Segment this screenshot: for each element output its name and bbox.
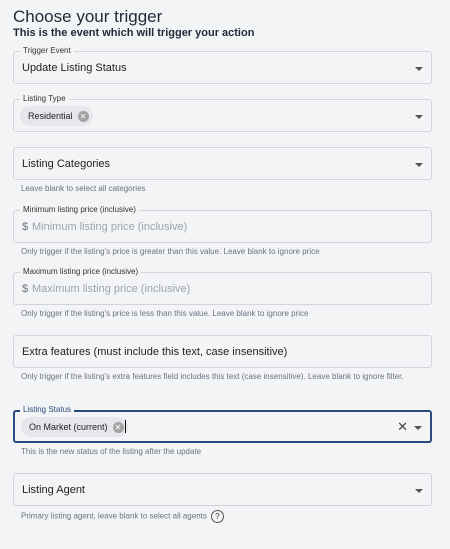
listing-categories-select[interactable]: Listing Categories — [13, 147, 432, 180]
listing-agent-select[interactable]: Listing Agent — [13, 473, 432, 506]
page-title: Choose your trigger — [13, 7, 163, 26]
listing-status-chip: On Market (current) ✕ — [21, 417, 128, 437]
caret-down-icon[interactable] — [415, 163, 423, 167]
max-price-label: Maximum listing price (inclusive) — [20, 266, 142, 278]
caret-down-icon[interactable] — [415, 115, 423, 119]
min-price-label: Minimum listing price (inclusive) — [20, 204, 139, 216]
x-circle-icon[interactable]: ✕ — [112, 421, 124, 433]
min-price-placeholder: Minimum listing price (inclusive) — [32, 221, 188, 233]
text-cursor — [125, 420, 126, 433]
currency-symbol: $ — [22, 283, 29, 295]
x-circle-icon[interactable]: ✕ — [77, 110, 89, 122]
extra-features-value: Extra features (must include this text, … — [22, 346, 288, 358]
listing-status-label: Listing Status — [20, 404, 75, 416]
listing-agent-help: Primary listing agent, leave blank to se… — [21, 511, 207, 521]
listing-type-select[interactable]: Listing Type Residential ✕ — [13, 93, 432, 132]
close-icon[interactable]: ✕ — [397, 420, 408, 433]
caret-down-icon[interactable] — [415, 489, 423, 493]
max-price-help: Only trigger if the listing's price is l… — [21, 309, 309, 318]
listing-categories-value: Listing Categories — [22, 158, 111, 170]
page-subtitle: This is the event which will trigger you… — [13, 27, 255, 39]
listing-agent-value: Listing Agent — [22, 484, 85, 496]
min-price-input[interactable]: Minimum listing price (inclusive) $ Mini… — [13, 204, 432, 243]
max-price-placeholder: Maximum listing price (inclusive) — [32, 283, 191, 295]
extra-features-help: Only trigger if the listing's extra feat… — [21, 372, 404, 381]
trigger-event-value: Update Listing Status — [22, 62, 127, 74]
listing-status-select[interactable]: Listing Status On Market (current) ✕ ✕ — [13, 404, 432, 443]
trigger-event-select[interactable]: Trigger Event Update Listing Status — [13, 45, 432, 84]
min-price-help: Only trigger if the listing's price is g… — [21, 247, 320, 256]
caret-down-icon[interactable] — [414, 426, 422, 430]
listing-categories-help: Leave blank to select all categories — [21, 184, 146, 193]
chip-label: On Market (current) — [29, 422, 108, 432]
caret-down-icon[interactable] — [415, 67, 423, 71]
question-icon[interactable]: ? — [210, 510, 224, 523]
max-price-input[interactable]: Maximum listing price (inclusive) $ Maxi… — [13, 266, 432, 305]
extra-features-input[interactable]: Extra features (must include this text, … — [13, 335, 432, 368]
trigger-event-label: Trigger Event — [20, 45, 74, 57]
chip-label: Residential — [28, 111, 73, 121]
listing-agent-help-row: Primary listing agent, leave blank to se… — [21, 510, 431, 523]
listing-type-chip: Residential ✕ — [20, 106, 93, 126]
listing-type-label: Listing Type — [20, 93, 69, 105]
listing-status-help: This is the new status of the listing af… — [21, 447, 202, 456]
currency-symbol: $ — [22, 221, 29, 233]
